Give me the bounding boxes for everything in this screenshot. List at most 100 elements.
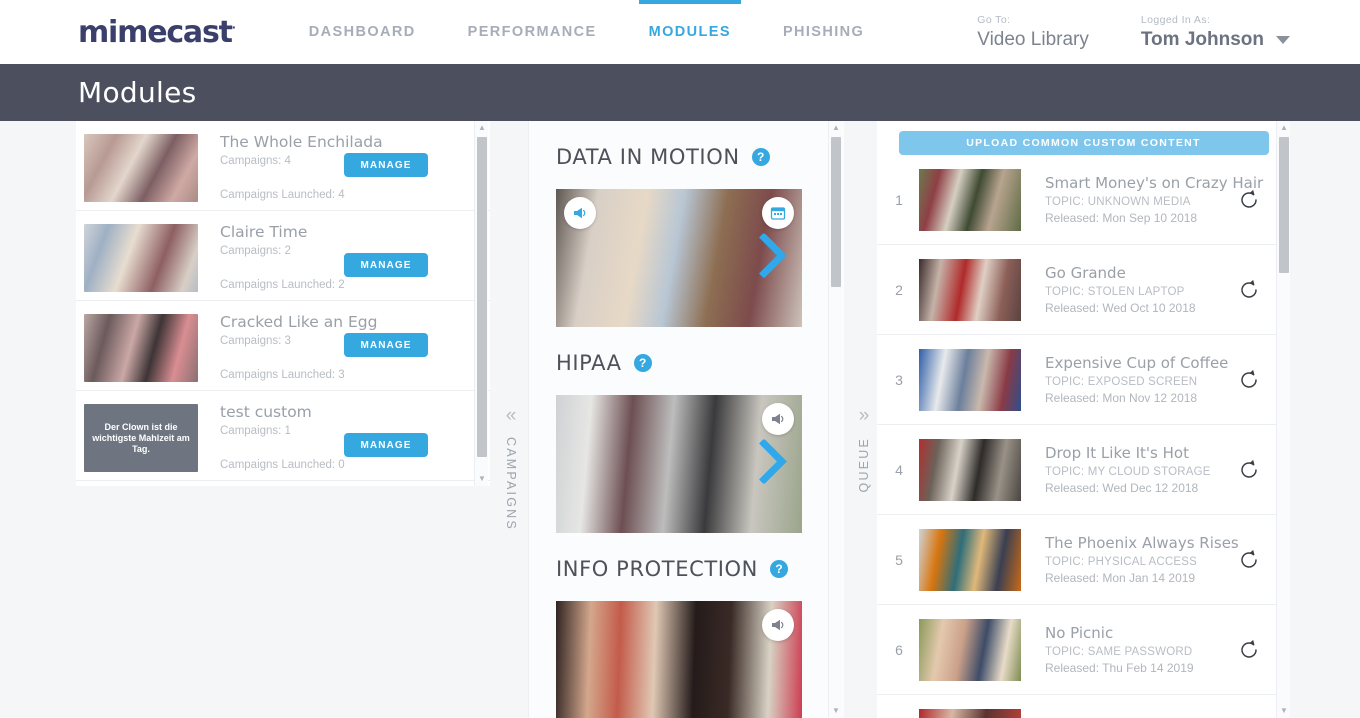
queue-thumbnail[interactable] (919, 708, 1021, 718)
nav-item-modules[interactable]: MODULES (623, 0, 757, 64)
megaphone-icon[interactable] (762, 609, 794, 641)
module-video-thumbnail[interactable] (556, 189, 802, 327)
nav-item-phishing[interactable]: PHISHING (757, 0, 890, 64)
chevron-down-icon[interactable] (1276, 36, 1290, 45)
campaigns-collapse-handle[interactable]: « CAMPAIGNS (492, 406, 530, 531)
queue-panel: UPLOAD COMMON CUSTOM CONTENT 1 Smart Mon… (877, 121, 1290, 718)
module-section-info-protection: INFO PROTECTION ? (529, 533, 844, 718)
queue-thumbnail[interactable] (919, 348, 1021, 411)
module-section-title: INFO PROTECTION (556, 557, 758, 581)
queue-released: Released: Wed Oct 10 2018 (1045, 301, 1196, 315)
queue-row[interactable]: 5 The Phoenix Always Rises TOPIC: PHYSIC… (877, 515, 1290, 605)
manage-button[interactable]: MANAGE (344, 433, 428, 457)
queue-row-number: 4 (895, 461, 903, 478)
queue-thumbnail[interactable] (919, 438, 1021, 501)
megaphone-icon[interactable] (762, 403, 794, 435)
queue-released: Released: Mon Sep 10 2018 (1045, 211, 1198, 225)
module-section-title: DATA IN MOTION (556, 145, 740, 169)
user-menu[interactable]: Logged In As: Tom Johnson (1141, 14, 1360, 51)
manage-button[interactable]: MANAGE (344, 153, 428, 177)
queue-scrollbar[interactable]: ▲ ▼ (1276, 121, 1290, 718)
scrollbar-thumb[interactable] (477, 137, 487, 457)
queue-row[interactable]: 2 Go Grande TOPIC: STOLEN LAPTOP Release… (877, 245, 1290, 335)
megaphone-icon[interactable] (564, 197, 596, 229)
queue-row[interactable]: 6 No Picnic TOPIC: SAME PASSWORD Release… (877, 605, 1290, 695)
campaign-row[interactable]: Claire Time Campaigns: 2 Campaigns Launc… (76, 211, 490, 301)
campaign-thumbnail[interactable]: Der Clown ist die wichtigste Mahlzeit am… (84, 404, 198, 472)
campaign-thumbnail[interactable] (84, 134, 198, 202)
nav-right-group: Go To: Video Library Logged In As: Tom J… (977, 14, 1360, 51)
queue-released: Released: Mon Nov 12 2018 (1045, 391, 1198, 405)
queue-row[interactable]: 4 Drop It Like It's Hot TOPIC: MY CLOUD … (877, 425, 1290, 515)
goto-label: Go To: (977, 13, 1011, 26)
campaign-row[interactable]: The Whole Enchilada Campaigns: 4 Campaig… (76, 121, 490, 211)
refresh-icon[interactable] (1236, 277, 1262, 303)
campaigns-handle-label: CAMPAIGNS (504, 437, 518, 531)
chevron-double-left-icon[interactable]: « (506, 406, 517, 425)
refresh-icon[interactable] (1236, 547, 1262, 573)
queue-row-number: 1 (895, 191, 903, 208)
queue-row-number: 5 (895, 551, 903, 568)
upload-common-custom-content-button[interactable]: UPLOAD COMMON CUSTOM CONTENT (898, 131, 1269, 155)
queue-released: Released: Thu Feb 14 2019 (1045, 661, 1194, 675)
mimecast-logo[interactable]: mimecast· (78, 14, 236, 50)
module-section-header: INFO PROTECTION ? (556, 557, 844, 581)
nav-item-dashboard[interactable]: DASHBOARD (283, 0, 442, 64)
queue-thumbnail[interactable] (919, 528, 1021, 591)
refresh-icon[interactable] (1236, 637, 1262, 663)
chevron-right-icon[interactable] (758, 438, 788, 489)
module-section-header: DATA IN MOTION ? (556, 145, 844, 169)
question-mark-icon[interactable]: ? (770, 560, 788, 578)
queue-thumbnail[interactable] (919, 258, 1021, 321)
refresh-icon[interactable] (1236, 457, 1262, 483)
logo-text: mimecast (78, 14, 233, 50)
calendar-icon[interactable] (762, 197, 794, 229)
scroll-up-icon[interactable]: ▲ (1277, 121, 1291, 135)
queue-row[interactable]: 1 Smart Money's on Crazy Hair TOPIC: UNK… (877, 155, 1290, 245)
primary-nav-links: DASHBOARD PERFORMANCE MODULES PHISHING (283, 0, 890, 64)
nav-item-performance[interactable]: PERFORMANCE (442, 0, 623, 64)
module-section-header: HIPAA ? (556, 351, 844, 375)
scroll-up-icon[interactable]: ▲ (829, 121, 843, 135)
campaign-row[interactable]: Der Clown ist die wichtigste Mahlzeit am… (76, 391, 490, 481)
custom-thumbnail-caption: Der Clown ist die wichtigste Mahlzeit am… (92, 421, 190, 454)
queue-thumbnail[interactable] (919, 168, 1021, 231)
queue-thumbnail[interactable] (919, 618, 1021, 681)
top-navigation-bar: mimecast· DASHBOARD PERFORMANCE MODULES … (0, 0, 1360, 64)
campaign-thumbnail[interactable] (84, 314, 198, 382)
scroll-down-icon[interactable]: ▼ (1277, 704, 1291, 718)
chevron-double-right-icon[interactable]: » (859, 406, 870, 425)
module-video-thumbnail[interactable] (556, 395, 802, 533)
campaigns-panel: The Whole Enchilada Campaigns: 4 Campaig… (76, 121, 490, 486)
goto-selector[interactable]: Go To: Video Library (977, 14, 1089, 51)
modules-panel: DATA IN MOTION ? HIPAA ? INFO PROTECTION… (528, 121, 844, 718)
scroll-down-icon[interactable]: ▼ (829, 704, 843, 718)
queue-row[interactable] (877, 695, 1290, 718)
refresh-icon[interactable] (1236, 187, 1262, 213)
scrollbar-thumb[interactable] (1279, 137, 1289, 273)
queue-row-number: 3 (895, 371, 903, 388)
queue-released: Released: Wed Dec 12 2018 (1045, 481, 1199, 495)
manage-button[interactable]: MANAGE (344, 253, 428, 277)
module-video-thumbnail[interactable] (556, 601, 802, 718)
campaign-row[interactable]: Cracked Like an Egg Campaigns: 3 Campaig… (76, 301, 490, 391)
modules-scrollbar[interactable]: ▲ ▼ (828, 121, 842, 718)
queue-row[interactable]: 3 Expensive Cup of Coffee TOPIC: EXPOSED… (877, 335, 1290, 425)
scroll-down-icon[interactable]: ▼ (475, 472, 489, 486)
question-mark-icon[interactable]: ? (751, 148, 770, 166)
queue-released: Released: Mon Jan 14 2019 (1045, 571, 1196, 585)
goto-value: Video Library (977, 28, 1089, 50)
page-title: Modules (78, 76, 197, 109)
question-mark-icon[interactable]: ? (633, 354, 652, 372)
queue-row-number: 6 (895, 641, 903, 658)
campaign-title: test custom (220, 403, 312, 421)
campaign-launched-count: Campaigns Launched: 4 (220, 189, 345, 201)
campaign-thumbnail[interactable] (84, 224, 198, 292)
campaigns-scrollbar[interactable]: ▲ ▼ (474, 121, 488, 486)
refresh-icon[interactable] (1236, 367, 1262, 393)
campaign-title: Claire Time (220, 223, 308, 241)
scrollbar-thumb[interactable] (831, 137, 841, 287)
chevron-right-icon[interactable] (758, 232, 788, 283)
manage-button[interactable]: MANAGE (344, 333, 428, 357)
scroll-up-icon[interactable]: ▲ (475, 121, 489, 135)
